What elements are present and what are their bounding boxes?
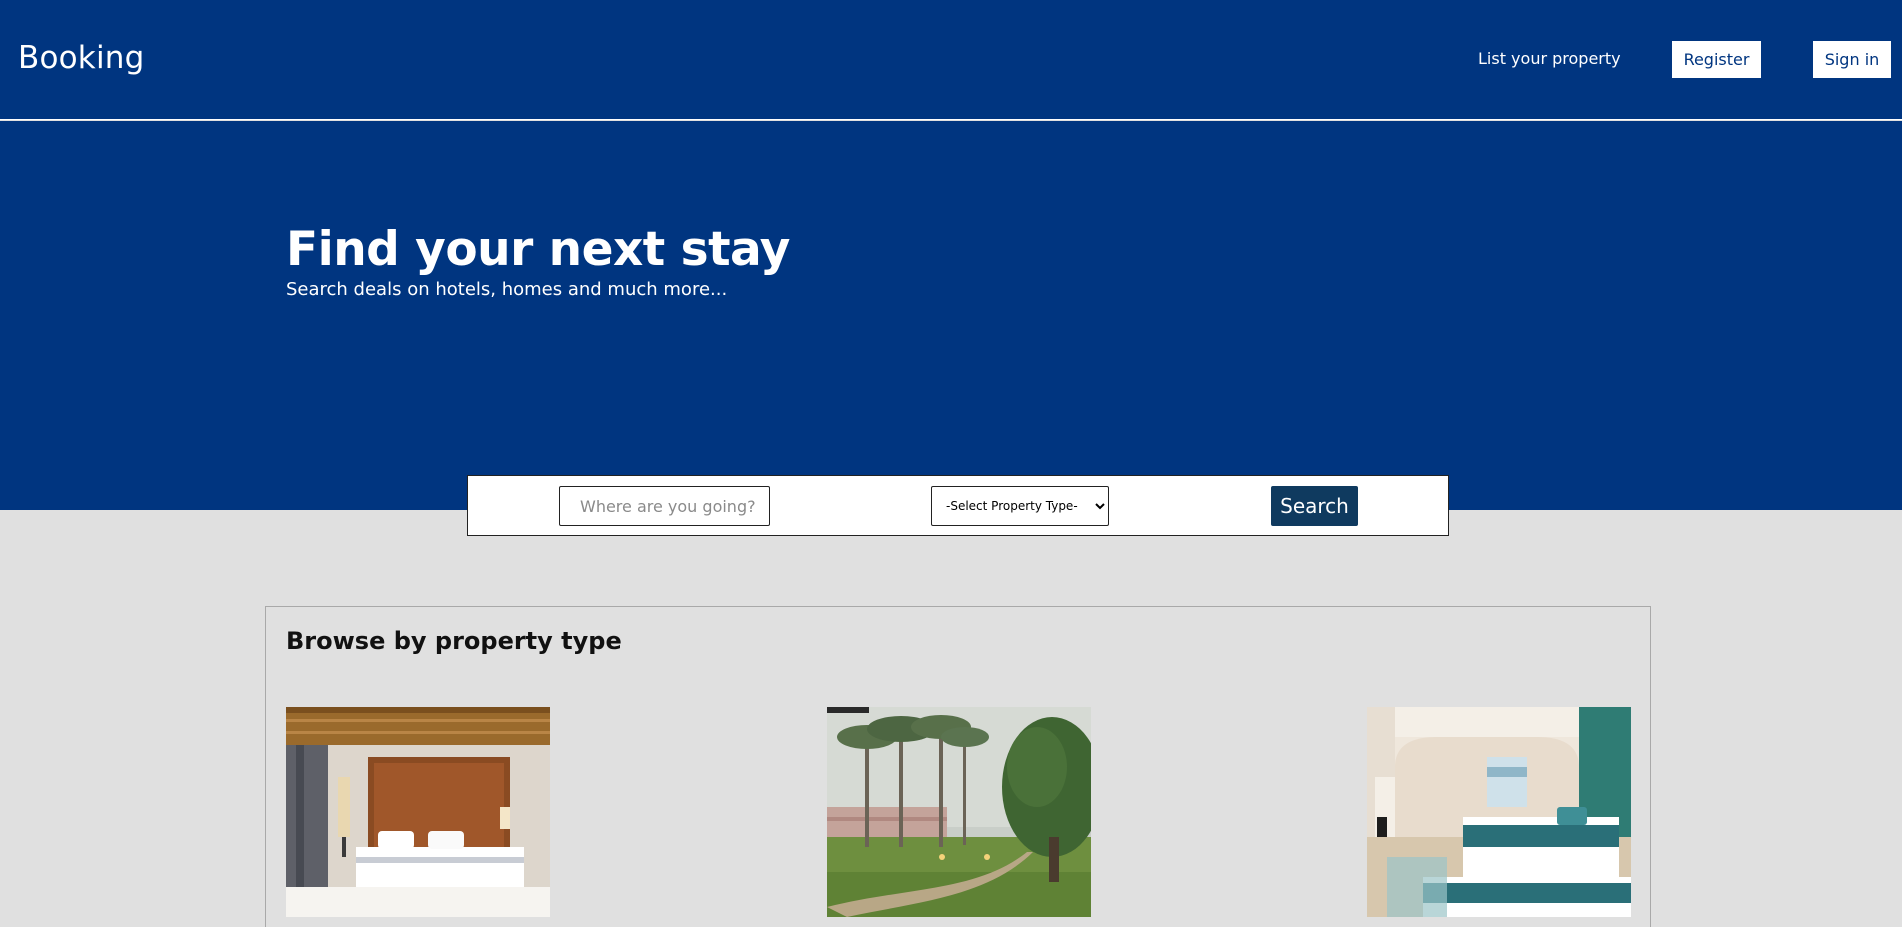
property-type-select[interactable]: -Select Property Type- [931,486,1109,526]
property-card-hotel[interactable] [286,707,550,917]
sign-in-button[interactable]: Sign in [1812,40,1892,79]
hero-banner: Find your next stay Search deals on hote… [0,121,1902,510]
destination-input[interactable] [559,486,770,526]
browse-section: Browse by property type [265,606,1651,927]
hotel-room-photo [286,707,550,917]
hero-title: Find your next stay [286,222,790,277]
property-card-suite[interactable] [1367,707,1631,917]
property-card-resort[interactable] [827,707,1091,917]
hero-subtitle: Search deals on hotels, homes and much m… [286,279,728,300]
brand-logo[interactable]: Booking [18,40,145,76]
browse-title: Browse by property type [286,627,622,655]
register-button[interactable]: Register [1671,40,1762,79]
suite-room-photo [1367,707,1631,917]
navbar: Booking List your property Register Sign… [0,0,1902,120]
search-bar: -Select Property Type- Search [467,475,1449,536]
list-property-link[interactable]: List your property [1478,49,1621,68]
search-button[interactable]: Search [1271,486,1358,526]
resort-garden-photo [827,707,1091,917]
